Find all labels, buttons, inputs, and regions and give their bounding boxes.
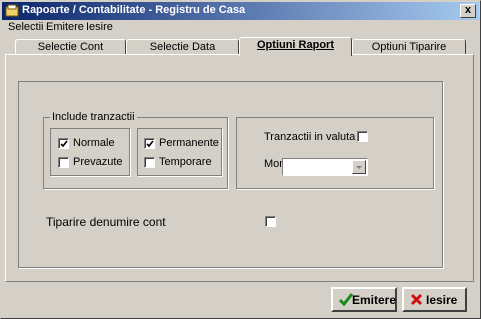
close-button[interactable]: x <box>460 4 476 18</box>
app-icon <box>5 4 19 17</box>
menu-iesire[interactable]: Iesire <box>86 21 113 33</box>
emitere-button[interactable]: Emitere <box>331 287 397 312</box>
moneda-dropdown[interactable] <box>282 158 368 176</box>
permanente-label: Permanente <box>159 137 219 149</box>
checkmark-icon <box>60 140 68 148</box>
normal-box <box>50 128 130 176</box>
moneda-dropdown-button[interactable] <box>352 160 366 174</box>
prevazute-label: Prevazute <box>73 156 123 168</box>
checkmark-icon <box>146 140 154 148</box>
menu-selectii[interactable]: Selectii <box>8 21 43 33</box>
tiparire-denumire-label: Tiparire denumire cont <box>46 215 166 229</box>
title-bar[interactable]: Rapoarte / Contabilitate - Registru de C… <box>2 2 479 20</box>
currency-group <box>236 117 434 189</box>
tab-optiuni-tiparire[interactable]: Optiuni Tiparire <box>352 39 466 55</box>
normale-label: Normale <box>73 137 115 149</box>
emitere-label: Emitere <box>352 293 397 307</box>
tiparire-denumire-checkbox[interactable] <box>265 216 276 227</box>
iesire-label: Iesire <box>426 293 458 307</box>
tranzactii-valuta-label: Tranzactii in valuta <box>264 131 356 143</box>
temporare-checkbox[interactable] <box>144 157 155 168</box>
permanente-checkbox[interactable] <box>144 138 155 149</box>
checkmark-icon <box>339 293 353 306</box>
normale-checkbox[interactable] <box>58 138 69 149</box>
menu-emitere[interactable]: Emitere <box>46 21 84 33</box>
iesire-button[interactable]: Iesire <box>402 287 467 312</box>
include-tranzactii-label: Include tranzactii <box>50 111 137 123</box>
menu-bar: Selectii Emitere Iesire <box>2 20 479 36</box>
red-x-icon <box>410 293 423 306</box>
tranzactii-valuta-checkbox[interactable] <box>357 131 368 142</box>
window-title: Rapoarte / Contabilitate - Registru de C… <box>22 4 246 16</box>
chevron-down-icon <box>356 166 362 169</box>
permanent-box <box>137 128 222 176</box>
tab-selectie-data[interactable]: Selectie Data <box>126 39 239 55</box>
window: Rapoarte / Contabilitate - Registru de C… <box>0 0 481 319</box>
tab-selectie-cont[interactable]: Selectie Cont <box>15 39 126 55</box>
prevazute-checkbox[interactable] <box>58 157 69 168</box>
tab-optiuni-raport[interactable]: Optiuni Raport <box>239 37 352 56</box>
temporare-label: Temporare <box>159 156 212 168</box>
